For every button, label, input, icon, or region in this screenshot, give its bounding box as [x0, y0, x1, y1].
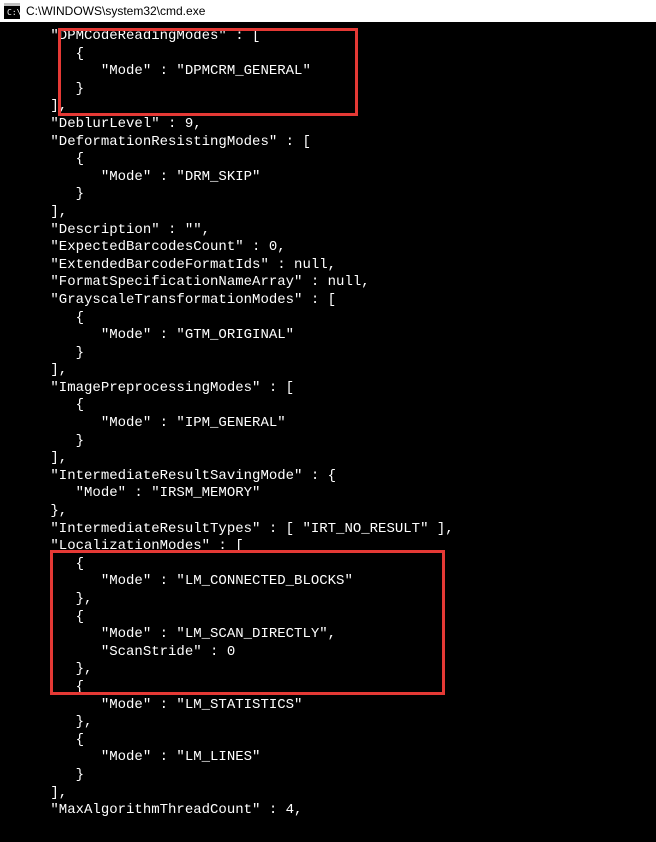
window-title: C:\WINDOWS\system32\cmd.exe	[24, 4, 205, 18]
terminal-output[interactable]: "DPMCodeReadingModes" : [ { "Mode" : "DP…	[0, 22, 656, 820]
window-titlebar[interactable]: C:\ C:\WINDOWS\system32\cmd.exe	[0, 0, 656, 22]
cmd-icon: C:\	[4, 3, 20, 19]
svg-text:C:\: C:\	[7, 8, 20, 17]
